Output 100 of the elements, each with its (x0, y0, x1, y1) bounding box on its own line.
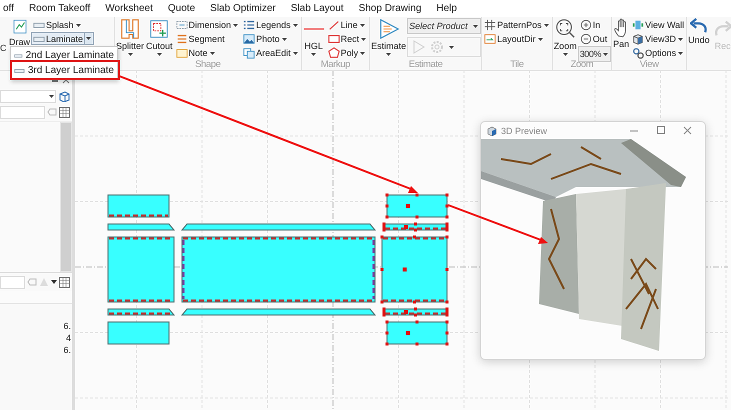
slab-piece[interactable] (108, 224, 176, 230)
menu-tab[interactable]: Room Takeoff (28, 3, 90, 14)
zoom-fit-icon (554, 18, 576, 40)
gear-icon (429, 39, 446, 55)
search-field[interactable] (0, 276, 25, 288)
slab-piece[interactable] (180, 224, 376, 230)
group-label: Shape (194, 59, 222, 70)
ribbon-button[interactable]: LayoutDir (482, 32, 552, 45)
ribbon-button[interactable]: Estimate (370, 18, 408, 58)
caret-icon (359, 50, 366, 56)
clear-icon (27, 278, 37, 286)
caret-icon (232, 22, 240, 28)
segment-icon (176, 32, 188, 44)
ribbon-button[interactable]: View3D (630, 32, 686, 45)
slab-piece[interactable] (386, 320, 448, 346)
menu-tab[interactable]: Worksheet (105, 3, 153, 14)
menu-tab[interactable]: off (3, 3, 14, 14)
slab-piece[interactable] (108, 236, 174, 302)
ribbon-button[interactable]: View Wall (630, 18, 686, 31)
slab-piece[interactable] (380, 236, 448, 304)
group-label: Zoom (570, 59, 594, 70)
list-icon (243, 18, 256, 30)
area-edit-icon (243, 46, 256, 58)
ribbon-button[interactable]: Pan (612, 18, 630, 58)
slab-piece[interactable] (108, 194, 170, 218)
line-icon (328, 18, 340, 30)
ribbon-button[interactable]: Options (630, 46, 686, 59)
caret-icon (48, 94, 55, 98)
ribbon-button[interactable]: Dimension (174, 18, 242, 31)
cube-icon (632, 32, 644, 44)
group-label: View (638, 59, 660, 70)
grid-hash-icon (484, 18, 496, 30)
slab-piece[interactable] (382, 308, 448, 316)
caret-icon (292, 22, 299, 28)
ribbon-button[interactable]: Splitter (115, 18, 146, 58)
warning-icon (39, 277, 49, 287)
menu-tab[interactable]: Shop Drawing (358, 3, 422, 14)
caret-icon (292, 50, 299, 56)
menu-item[interactable]: 2nd Layer Laminate (11, 48, 117, 63)
caret-icon (85, 36, 92, 41)
ribbon-button[interactable]: PatternPos (482, 18, 552, 31)
zoom-out-icon (580, 32, 592, 44)
menu-tab[interactable]: Quote (168, 3, 196, 14)
zoom-in-icon (580, 18, 592, 30)
ribbon-button[interactable]: Poly (326, 46, 370, 59)
grid-icon (59, 106, 70, 118)
group-label: Estimate (408, 59, 444, 70)
ribbon-button[interactable]: Note (174, 46, 242, 59)
ribbon-button[interactable]: Laminate (31, 32, 94, 45)
ribbon-button[interactable]: Out (578, 32, 612, 45)
slab-piece[interactable] (382, 222, 448, 232)
menu-item[interactable]: 3rd Layer Laminate (11, 63, 117, 78)
slab-piece[interactable] (386, 194, 448, 218)
slab-piece[interactable] (108, 322, 170, 344)
caret-icon (126, 52, 134, 57)
ribbon-button[interactable]: AreaEdit (241, 46, 301, 59)
cube-outline-icon (58, 90, 70, 102)
ribbon-button[interactable]: Splash (31, 18, 94, 31)
caret-icon (677, 50, 684, 56)
caret-icon (385, 52, 392, 57)
table-cell: 4 (66, 332, 71, 344)
ribbon-button[interactable]: Cutout (145, 18, 174, 58)
caret-icon (280, 36, 288, 42)
menu-tab[interactable]: Slab Layout (290, 3, 344, 14)
picture-icon (243, 32, 256, 44)
ribbon-button[interactable]: Segment (174, 32, 242, 45)
ribbon-button[interactable]: Photo (241, 32, 301, 45)
ribbon-button[interactable]: In (578, 18, 612, 31)
window-title: 3D Preview (501, 126, 548, 136)
polygon-icon (328, 46, 340, 58)
menu-tab[interactable]: Slab Optimizer (210, 3, 276, 14)
dropdown-field[interactable] (0, 90, 56, 102)
menu-tab[interactable]: Help (436, 3, 457, 14)
ribbon-button[interactable]: HGL (302, 18, 326, 58)
close-icon (682, 126, 693, 135)
ribbon-button[interactable]: Line (326, 18, 370, 31)
scrollbar[interactable] (60, 122, 72, 272)
ribbon-button[interactable]: Undo (687, 18, 711, 58)
caret-icon (562, 52, 569, 57)
slab-piece[interactable] (180, 308, 376, 316)
dropdown-field[interactable]: 300% (578, 46, 612, 62)
search-field[interactable] (0, 106, 45, 118)
maximize-icon (655, 126, 666, 135)
caret-icon (358, 22, 366, 28)
ribbon-button[interactable]: Legends (241, 18, 301, 31)
rectangle-icon (328, 32, 340, 44)
caret-icon (542, 22, 550, 28)
ribbon-button[interactable]: Rect (326, 32, 370, 45)
caret-icon (472, 24, 480, 28)
group-label: Tile (509, 59, 525, 70)
caret-icon (51, 280, 57, 284)
caret-icon (208, 50, 216, 56)
ribbon-button[interactable]: Zoom (552, 18, 578, 58)
grid-icon (59, 276, 70, 288)
undo-icon (690, 18, 708, 34)
slab-piece[interactable] (182, 236, 376, 302)
table-cell: 6. (63, 320, 71, 332)
dropdown-field[interactable]: Select Product (407, 18, 482, 34)
caret-icon (156, 52, 163, 57)
slab-piece[interactable] (108, 308, 176, 316)
